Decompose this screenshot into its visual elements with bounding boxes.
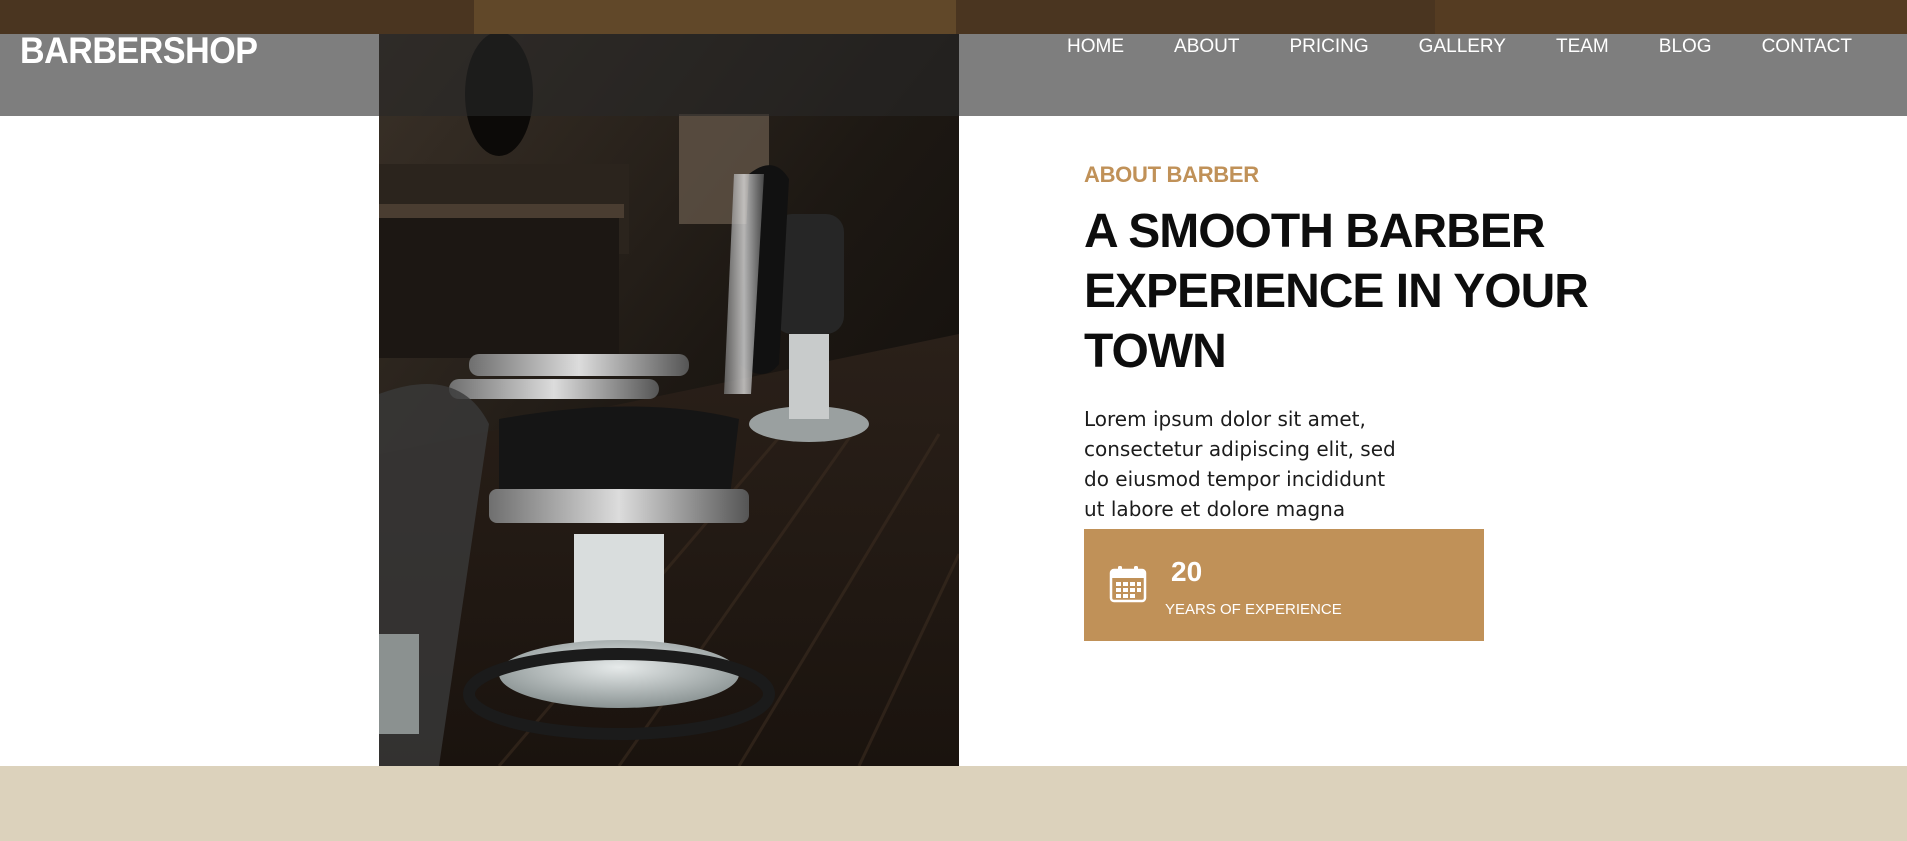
about-section: ABOUT BARBER A SMOOTH BARBER EXPERIENCE … (1084, 160, 1684, 584)
experience-stat-box: 20 YEARS OF EXPERIENCE (1084, 529, 1484, 641)
nav-about[interactable]: ABOUT (1174, 34, 1239, 60)
section-headline: A SMOOTH BARBER EXPERIENCE IN YOUR TOWN (1084, 205, 1589, 378)
nav-team[interactable]: TEAM (1556, 34, 1609, 60)
top-strip-segment (1435, 0, 1907, 34)
nav-contact[interactable]: CONTACT (1762, 34, 1852, 60)
site-header: BARBERSHOP HOME ABOUT PRICING GALLERY TE… (0, 32, 1907, 116)
nav-gallery[interactable]: GALLERY (1419, 34, 1506, 60)
site-logo[interactable]: BARBERSHOP (20, 32, 258, 69)
barber-chair-photo (379, 34, 959, 766)
top-strip-segment (474, 0, 956, 34)
nav-blog[interactable]: BLOG (1659, 34, 1712, 60)
main-nav: HOME ABOUT PRICING GALLERY TEAM BLOG CON… (1067, 34, 1852, 60)
experience-years-label: YEARS OF EXPERIENCE (1165, 601, 1342, 618)
next-section-band (0, 766, 1907, 841)
nav-pricing[interactable]: PRICING (1289, 34, 1368, 60)
calendar-icon (1109, 566, 1147, 603)
top-strip (0, 0, 1907, 34)
section-eyebrow: ABOUT BARBER (1084, 162, 1259, 187)
nav-home[interactable]: HOME (1067, 34, 1124, 60)
experience-years-value: 20 (1171, 556, 1203, 587)
